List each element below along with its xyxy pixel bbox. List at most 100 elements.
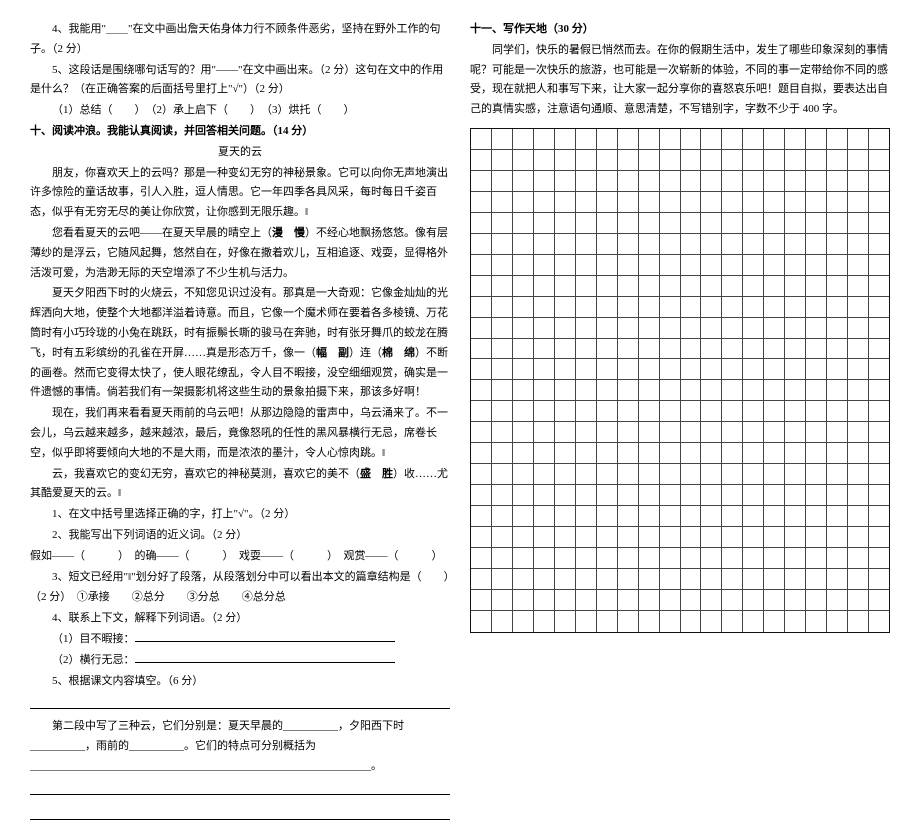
grid-cell[interactable]	[722, 464, 743, 485]
grid-cell[interactable]	[618, 401, 639, 422]
writing-grid[interactable]	[470, 128, 890, 633]
grid-cell[interactable]	[722, 150, 743, 171]
grid-cell[interactable]	[681, 590, 702, 611]
grid-cell[interactable]	[743, 276, 764, 297]
grid-cell[interactable]	[785, 548, 806, 569]
grid-cell[interactable]	[785, 569, 806, 590]
grid-cell[interactable]	[806, 611, 827, 632]
grid-cell[interactable]	[639, 171, 660, 192]
grid-cell[interactable]	[701, 297, 722, 318]
grid-cell[interactable]	[701, 276, 722, 297]
grid-cell[interactable]	[681, 611, 702, 632]
grid-cell[interactable]	[806, 506, 827, 527]
grid-cell[interactable]	[513, 401, 534, 422]
grid-cell[interactable]	[660, 359, 681, 380]
grid-cell[interactable]	[576, 611, 597, 632]
blank-line[interactable]	[135, 653, 395, 663]
grid-cell[interactable]	[869, 380, 889, 401]
grid-cell[interactable]	[576, 213, 597, 234]
grid-cell[interactable]	[576, 401, 597, 422]
grid-cell[interactable]	[534, 506, 555, 527]
grid-cell[interactable]	[639, 569, 660, 590]
grid-cell[interactable]	[681, 339, 702, 360]
grid-cell[interactable]	[492, 548, 513, 569]
grid-cell[interactable]	[639, 443, 660, 464]
grid-cell[interactable]	[743, 527, 764, 548]
grid-cell[interactable]	[869, 464, 889, 485]
grid-cell[interactable]	[576, 359, 597, 380]
grid-cell[interactable]	[743, 359, 764, 380]
grid-cell[interactable]	[827, 380, 848, 401]
grid-cell[interactable]	[597, 548, 618, 569]
grid-cell[interactable]	[576, 129, 597, 150]
grid-cell[interactable]	[848, 569, 869, 590]
grid-cell[interactable]	[534, 255, 555, 276]
grid-cell[interactable]	[513, 192, 534, 213]
grid-cell[interactable]	[869, 443, 889, 464]
grid-cell[interactable]	[701, 339, 722, 360]
grid-cell[interactable]	[806, 150, 827, 171]
grid-cell[interactable]	[597, 129, 618, 150]
grid-cell[interactable]	[722, 276, 743, 297]
grid-cell[interactable]	[681, 234, 702, 255]
grid-cell[interactable]	[618, 276, 639, 297]
grid-cell[interactable]	[827, 527, 848, 548]
grid-cell[interactable]	[701, 401, 722, 422]
grid-cell[interactable]	[827, 569, 848, 590]
grid-cell[interactable]	[848, 380, 869, 401]
grid-cell[interactable]	[701, 318, 722, 339]
grid-cell[interactable]	[785, 443, 806, 464]
grid-cell[interactable]	[764, 213, 785, 234]
grid-cell[interactable]	[597, 527, 618, 548]
grid-cell[interactable]	[660, 422, 681, 443]
grid-cell[interactable]	[681, 506, 702, 527]
grid-cell[interactable]	[639, 506, 660, 527]
grid-cell[interactable]	[492, 234, 513, 255]
grid-cell[interactable]	[639, 192, 660, 213]
grid-cell[interactable]	[743, 506, 764, 527]
grid-cell[interactable]	[555, 129, 576, 150]
grid-cell[interactable]	[681, 527, 702, 548]
grid-cell[interactable]	[827, 255, 848, 276]
grid-cell[interactable]	[618, 192, 639, 213]
grid-cell[interactable]	[597, 213, 618, 234]
grid-cell[interactable]	[492, 339, 513, 360]
grid-cell[interactable]	[597, 192, 618, 213]
grid-cell[interactable]	[681, 401, 702, 422]
grid-cell[interactable]	[701, 590, 722, 611]
grid-cell[interactable]	[764, 318, 785, 339]
grid-cell[interactable]	[576, 234, 597, 255]
grid-cell[interactable]	[534, 527, 555, 548]
grid-cell[interactable]	[534, 339, 555, 360]
grid-cell[interactable]	[722, 485, 743, 506]
grid-cell[interactable]	[722, 213, 743, 234]
grid-cell[interactable]	[764, 590, 785, 611]
grid-cell[interactable]	[848, 150, 869, 171]
grid-cell[interactable]	[827, 401, 848, 422]
grid-cell[interactable]	[869, 401, 889, 422]
grid-cell[interactable]	[806, 422, 827, 443]
grid-cell[interactable]	[471, 485, 492, 506]
grid-cell[interactable]	[639, 464, 660, 485]
grid-cell[interactable]	[597, 297, 618, 318]
grid-cell[interactable]	[785, 464, 806, 485]
grid-cell[interactable]	[513, 171, 534, 192]
grid-cell[interactable]	[471, 297, 492, 318]
grid-cell[interactable]	[660, 129, 681, 150]
grid-cell[interactable]	[639, 548, 660, 569]
grid-cell[interactable]	[785, 380, 806, 401]
grid-cell[interactable]	[471, 380, 492, 401]
grid-cell[interactable]	[743, 318, 764, 339]
grid-cell[interactable]	[639, 527, 660, 548]
grid-cell[interactable]	[555, 339, 576, 360]
grid-cell[interactable]	[513, 276, 534, 297]
blank-line[interactable]	[135, 632, 395, 642]
grid-cell[interactable]	[806, 339, 827, 360]
grid-cell[interactable]	[660, 192, 681, 213]
grid-cell[interactable]	[785, 297, 806, 318]
grid-cell[interactable]	[597, 339, 618, 360]
grid-cell[interactable]	[471, 129, 492, 150]
grid-cell[interactable]	[827, 359, 848, 380]
grid-cell[interactable]	[639, 485, 660, 506]
grid-cell[interactable]	[722, 380, 743, 401]
